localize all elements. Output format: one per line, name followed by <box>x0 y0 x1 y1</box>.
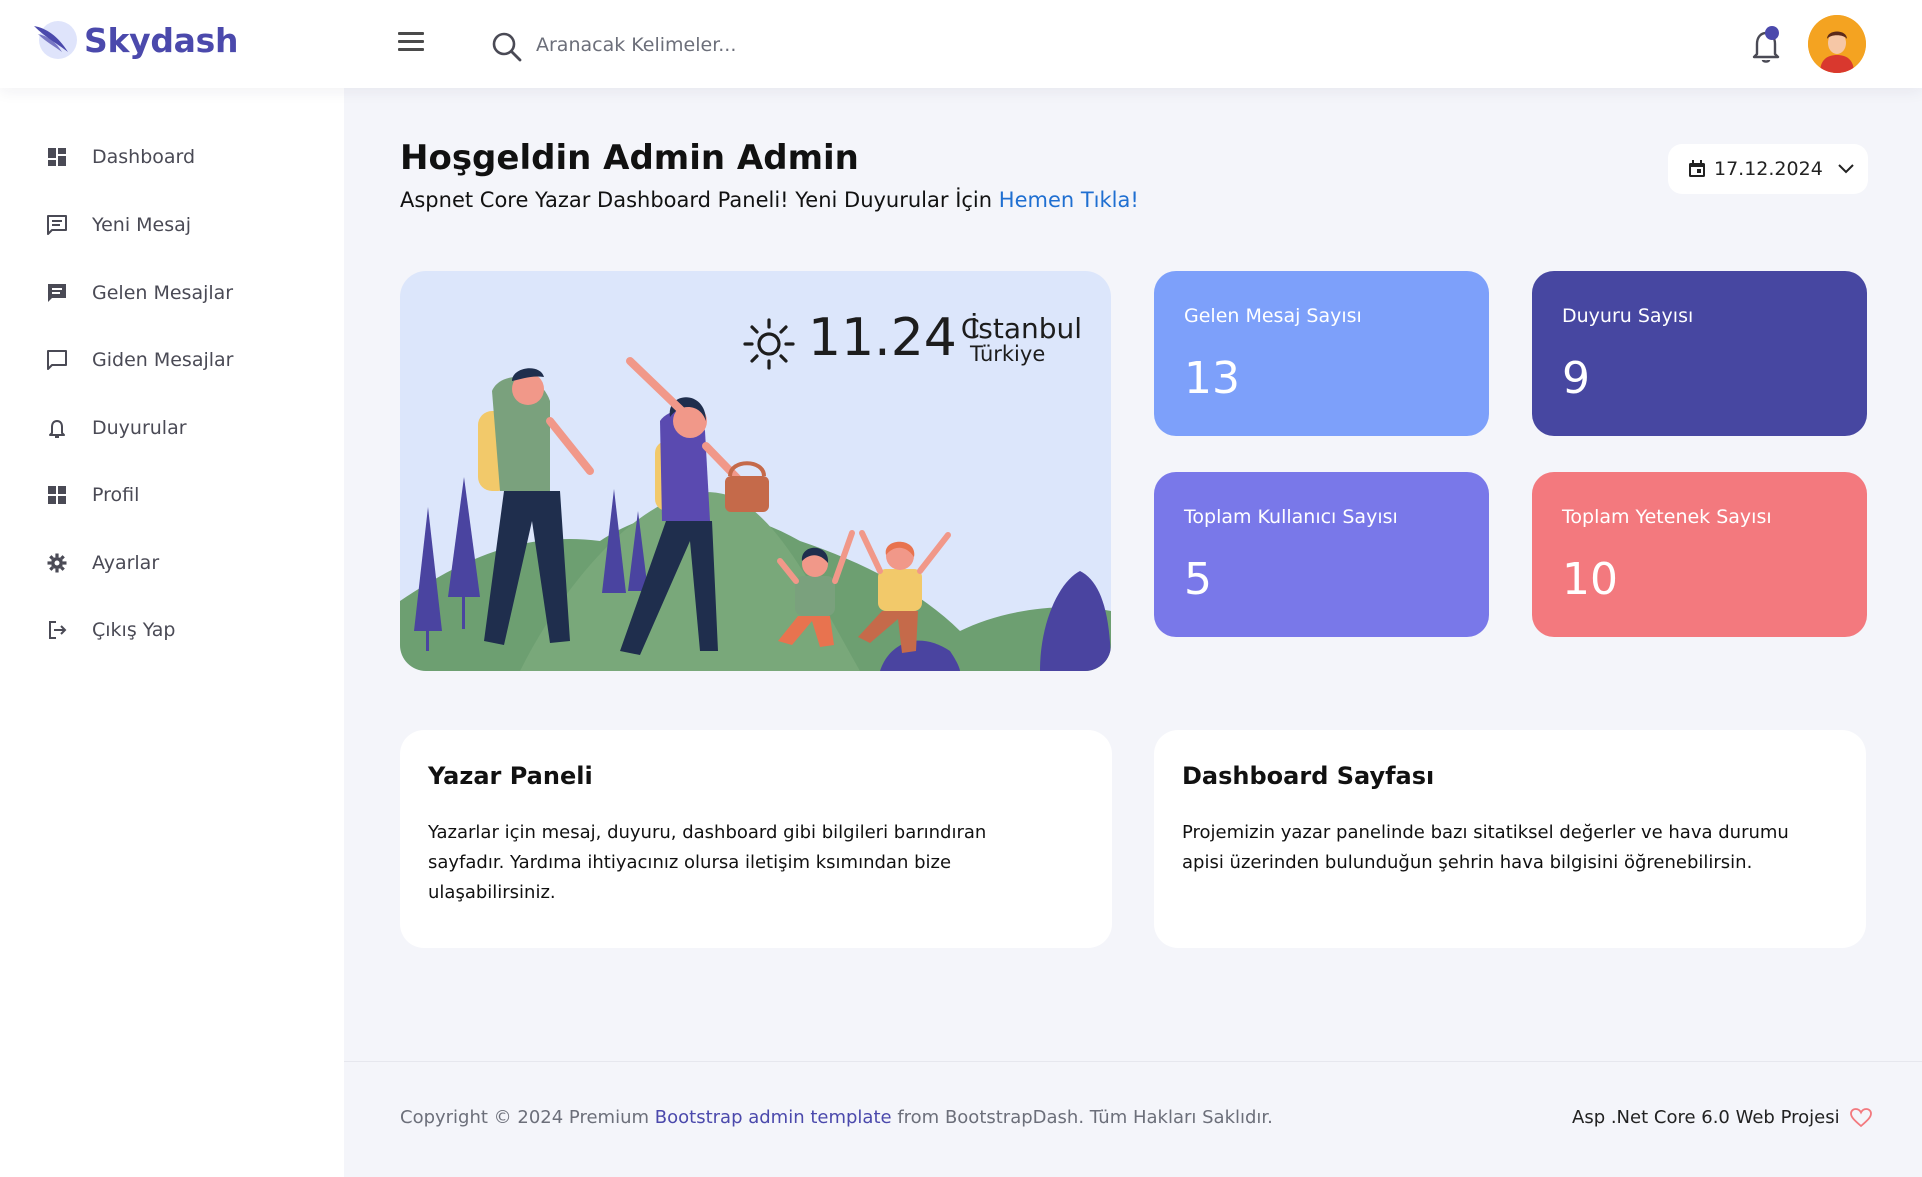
project-label: Asp .Net Core 6.0 Web Projesi <box>1572 1107 1840 1128</box>
footer-copyright: Copyright © 2024 Premium Bootstrap admin… <box>400 1107 1273 1128</box>
sidebar-item-dashboard[interactable]: Dashboard <box>46 137 316 177</box>
stat-card-incoming-messages[interactable]: Gelen Mesaj Sayısı 13 <box>1154 271 1489 436</box>
grid-icon <box>46 484 68 506</box>
notification-bell-icon[interactable] <box>1744 22 1786 66</box>
info-card-author-panel: Yazar Paneli Yazarlar için mesaj, duyuru… <box>400 730 1112 948</box>
sun-weather-icon <box>743 318 795 370</box>
welcome-subtitle: Aspnet Core Yazar Dashboard Paneli! Yeni… <box>400 188 1139 212</box>
brand-name: Skydash <box>84 20 239 60</box>
stat-card-total-skills[interactable]: Toplam Yetenek Sayısı 10 <box>1532 472 1867 637</box>
sidebar-item-outbox[interactable]: Giden Mesajlar <box>46 340 316 380</box>
sidebar-item-announcements[interactable]: Duyurular <box>46 408 316 448</box>
sidebar-item-label: Profil <box>92 484 140 506</box>
user-avatar[interactable] <box>1808 15 1866 73</box>
weather-city: İstanbul <box>970 312 1083 345</box>
hamburger-line <box>398 40 424 43</box>
copyright-suffix: from BootstrapDash. Tüm Hakları Saklıdır… <box>897 1107 1273 1128</box>
menu-toggle-button[interactable] <box>398 32 428 56</box>
bell-icon <box>46 417 68 439</box>
copyright-prefix: Copyright © 2024 Premium <box>400 1107 650 1128</box>
dashboard-icon <box>46 146 68 168</box>
stat-value: 9 <box>1562 353 1590 404</box>
gear-icon <box>46 552 68 574</box>
sidebar-item-profile[interactable]: Profil <box>46 475 316 515</box>
date-picker-button[interactable]: 17.12.2024 <box>1668 144 1868 194</box>
info-card-title: Dashboard Sayfası <box>1182 762 1435 790</box>
weather-temperature: 11.24 C <box>808 308 980 368</box>
sidebar-item-logout[interactable]: Çıkış Yap <box>46 610 316 650</box>
stat-value: 10 <box>1562 554 1618 605</box>
stat-card-announcements[interactable]: Duyuru Sayısı 9 <box>1532 271 1867 436</box>
page-title: Hoşgeldin Admin Admin <box>400 138 859 178</box>
message-icon <box>46 214 68 236</box>
avatar-illustration <box>1808 15 1866 73</box>
stat-value: 13 <box>1184 353 1240 404</box>
sidebar-item-label: Ayarlar <box>92 552 160 574</box>
hamburger-line <box>398 48 424 51</box>
sidebar-item-label: Duyurular <box>92 417 187 439</box>
sidebar-item-label: Giden Mesajlar <box>92 349 234 371</box>
sidebar-item-inbox[interactable]: Gelen Mesajlar <box>46 273 316 313</box>
bootstrap-template-link[interactable]: Bootstrap admin template <box>655 1107 892 1128</box>
search-icon[interactable] <box>490 30 524 64</box>
sidebar-item-label: Dashboard <box>92 146 196 168</box>
date-value: 17.12.2024 <box>1714 158 1823 180</box>
sidebar-item-settings[interactable]: Ayarlar <box>46 543 316 583</box>
inbox-message-icon <box>46 282 68 304</box>
stat-label: Toplam Yetenek Sayısı <box>1562 506 1772 528</box>
temperature-value: 11.24 <box>808 308 957 368</box>
stat-label: Duyuru Sayısı <box>1562 305 1694 327</box>
brand-mark-icon <box>34 21 77 59</box>
weather-country: Türkiye <box>970 342 1046 366</box>
info-card-text: Yazarlar için mesaj, duyuru, dashboard g… <box>428 822 987 903</box>
sidebar-item-label: Çıkış Yap <box>92 619 176 641</box>
outbox-message-icon <box>46 349 68 371</box>
info-card-title: Yazar Paneli <box>428 762 593 790</box>
stat-card-total-users[interactable]: Toplam Kullanıcı Sayısı 5 <box>1154 472 1489 637</box>
announcements-link[interactable]: Hemen Tıkla! <box>999 188 1139 212</box>
search-input[interactable] <box>536 28 956 62</box>
hamburger-line <box>398 32 424 35</box>
calendar-icon <box>1689 160 1705 177</box>
footer-divider <box>344 1061 1922 1062</box>
info-card-dashboard-page: Dashboard Sayfası Projemizin yazar panel… <box>1154 730 1866 948</box>
stat-label: Gelen Mesaj Sayısı <box>1184 305 1362 327</box>
logout-icon <box>46 619 68 641</box>
info-card-text: Projemizin yazar panelinde bazı sitatiks… <box>1182 822 1789 873</box>
welcome-subtitle-text: Aspnet Core Yazar Dashboard Paneli! Yeni… <box>400 188 993 212</box>
stat-value: 5 <box>1184 554 1212 605</box>
stat-label: Toplam Kullanıcı Sayısı <box>1184 506 1398 528</box>
sidebar-item-label: Yeni Mesaj <box>92 214 192 236</box>
top-navbar: Skydash <box>0 0 1922 88</box>
sidebar-item-label: Gelen Mesajlar <box>92 282 234 304</box>
brand-logo[interactable]: Skydash <box>32 18 238 62</box>
sidebar-item-new-message[interactable]: Yeni Mesaj <box>46 205 316 245</box>
sidebar: Dashboard Yeni Mesaj Gelen Mesajlar Gide… <box>0 88 344 1177</box>
footer-project-info: Asp .Net Core 6.0 Web Projesi <box>1572 1107 1872 1128</box>
heart-icon <box>1849 1107 1872 1127</box>
chevron-down-icon <box>1838 164 1854 174</box>
